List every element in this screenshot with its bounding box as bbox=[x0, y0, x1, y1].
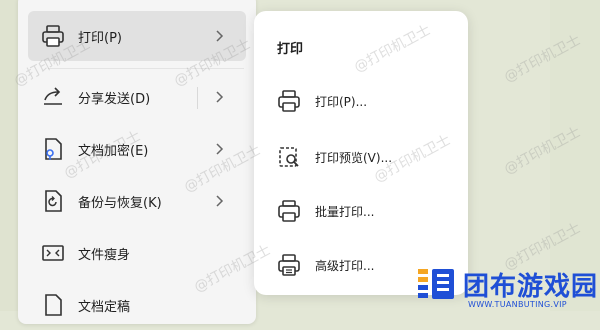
share-icon bbox=[44, 87, 62, 105]
menu-item-label: 分享发送(D) bbox=[78, 92, 151, 107]
logo-subtext: WWW.TUANBUTING.VIP bbox=[468, 300, 567, 309]
batch-print-icon bbox=[278, 200, 300, 222]
advanced-print-icon bbox=[278, 254, 300, 276]
menu-item-label: 备份与恢复(K) bbox=[78, 196, 162, 211]
menu-item-label: 文档定稿 bbox=[78, 300, 131, 315]
chevron-right-icon bbox=[216, 195, 224, 207]
submenu-item-print[interactable]: 打印(P)... bbox=[262, 81, 460, 121]
logo-text: 团布游戏园 bbox=[463, 272, 599, 302]
printer-icon bbox=[278, 90, 300, 112]
submenu-item-batch-print[interactable]: 批量打印... bbox=[262, 191, 460, 231]
print-preview-icon bbox=[279, 147, 299, 167]
menu-item-file-compress[interactable]: 文件瘦身 bbox=[28, 228, 246, 278]
menu-item-label: 文件瘦身 bbox=[78, 248, 131, 263]
logo-mark-icon bbox=[418, 269, 454, 299]
menu-item-share-send[interactable]: 分享发送(D) bbox=[28, 72, 246, 122]
split-divider bbox=[197, 87, 198, 109]
submenu-item-label: 批量打印... bbox=[315, 205, 375, 219]
file-menu: 打印(P) 分享发送(D) 文档加密(E) 备份与恢复(K) 文件瘦身 文档定稿 bbox=[18, 0, 256, 324]
site-logo: 团布游戏园 WWW.TUANBUTING.VIP bbox=[398, 262, 600, 311]
file-compress-icon bbox=[42, 245, 64, 261]
printer-icon bbox=[42, 25, 64, 47]
menu-item-label: 文档加密(E) bbox=[78, 144, 149, 159]
menu-item-backup-restore[interactable]: 备份与恢复(K) bbox=[28, 176, 246, 226]
menu-item-label: 打印(P) bbox=[78, 31, 122, 46]
submenu-item-label: 高级打印... bbox=[315, 259, 375, 273]
divider bbox=[48, 68, 244, 69]
chevron-right-icon bbox=[216, 30, 224, 42]
backup-restore-icon bbox=[45, 190, 62, 212]
document-finalize-icon bbox=[45, 294, 62, 316]
submenu-item-label: 打印(P)... bbox=[315, 95, 368, 109]
menu-item-document-encrypt[interactable]: 文档加密(E) bbox=[28, 124, 246, 174]
menu-item-print[interactable]: 打印(P) bbox=[28, 11, 246, 61]
print-submenu: 打印 打印(P)... 打印预览(V)... 批量打印... 高级打印... bbox=[254, 11, 468, 295]
menu-item-document-finalize[interactable]: 文档定稿 bbox=[28, 280, 246, 330]
chevron-right-icon[interactable] bbox=[214, 90, 224, 104]
document-lock-icon bbox=[45, 138, 62, 160]
submenu-item-label: 打印预览(V)... bbox=[315, 151, 393, 165]
submenu-title: 打印 bbox=[277, 42, 304, 57]
submenu-item-print-preview[interactable]: 打印预览(V)... bbox=[262, 137, 460, 177]
chevron-right-icon bbox=[216, 143, 224, 155]
